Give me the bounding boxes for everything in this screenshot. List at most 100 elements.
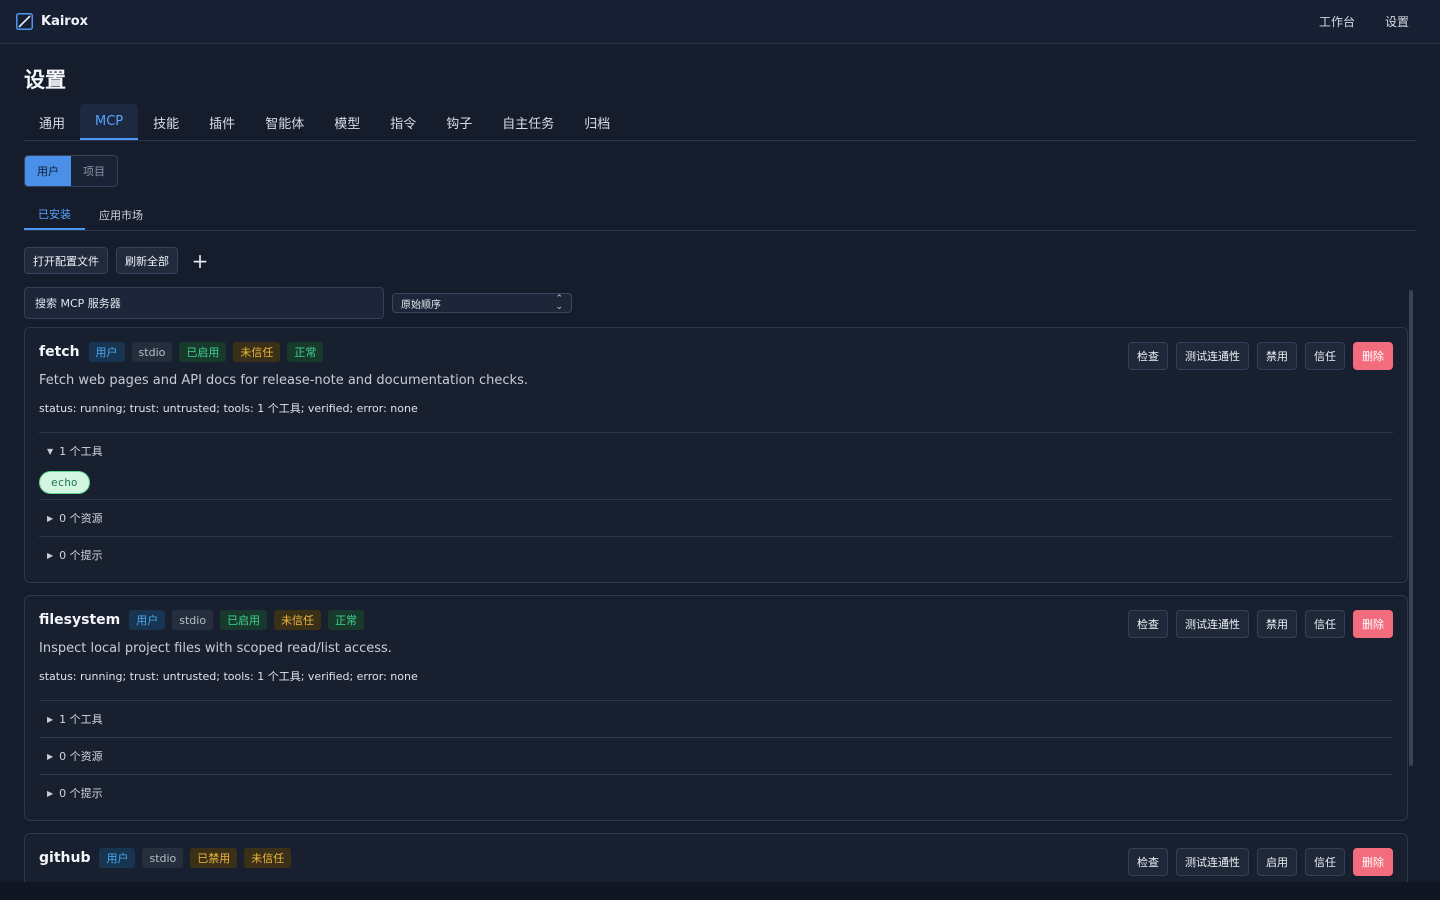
transport-badge: stdio (172, 610, 214, 630)
inspect-button[interactable]: 检查 (1128, 342, 1168, 370)
server-card-header: fetch 用户 stdio 已启用 未信任 正常 (39, 342, 324, 362)
server-description: Inspect local project files with scoped … (39, 641, 392, 656)
subtab-marketplace[interactable]: 应用市场 (85, 199, 157, 230)
search-input[interactable] (24, 287, 384, 319)
page-title: 设置 (24, 68, 66, 92)
refresh-all-button[interactable]: 刷新全部 (116, 247, 178, 274)
inspect-button[interactable]: 检查 (1128, 610, 1168, 638)
top-bar: Kairox 工作台 设置 (0, 0, 1440, 44)
trust-button[interactable]: 信任 (1305, 610, 1345, 638)
window-bottom-edge (0, 882, 1440, 900)
nav-settings[interactable]: 设置 (1370, 13, 1424, 30)
server-name: filesystem (39, 612, 121, 628)
trust-badge: 未信任 (233, 342, 281, 362)
server-description: Fetch web pages and API docs for release… (39, 373, 528, 388)
trust-badge: 未信任 (274, 610, 322, 630)
test-connection-button[interactable]: 测试连通性 (1176, 342, 1249, 370)
tab-agents[interactable]: 智能体 (250, 104, 319, 140)
chevron-down-icon: ▼ (47, 446, 54, 456)
server-name: github (39, 850, 91, 866)
trust-button[interactable]: 信任 (1305, 848, 1345, 876)
mcp-toolbar: 打开配置文件 刷新全部 + (24, 247, 214, 274)
toggle-enabled-button[interactable]: 启用 (1257, 848, 1297, 876)
server-status: status: running; trust: untrusted; tools… (39, 402, 418, 415)
subtab-installed[interactable]: 已安装 (24, 199, 85, 230)
tab-autonomous-tasks[interactable]: 自主任务 (487, 104, 569, 140)
toggle-enabled-button[interactable]: 禁用 (1257, 610, 1297, 638)
chevron-right-icon: ▶ (47, 550, 54, 560)
section-label: 0 个提示 (59, 787, 103, 800)
server-card-header: github 用户 stdio 已禁用 未信任 (39, 848, 292, 868)
settings-tabs: 通用 MCP 技能 插件 智能体 模型 指令 钩子 自主任务 归档 (24, 104, 1416, 141)
chevron-right-icon: ▶ (47, 788, 54, 798)
scope-project-button[interactable]: 项目 (71, 156, 117, 186)
toggle-enabled-button[interactable]: 禁用 (1257, 342, 1297, 370)
test-connection-button[interactable]: 测试连通性 (1176, 848, 1249, 876)
inspect-button[interactable]: 检查 (1128, 848, 1168, 876)
tools-section: ▶ 1 个工具 (39, 700, 1393, 737)
prompts-section-toggle[interactable]: ▶ 0 个提示 (39, 775, 1393, 811)
nav-workbench[interactable]: 工作台 (1304, 13, 1370, 30)
scope-badge: 用户 (88, 342, 125, 362)
trust-button[interactable]: 信任 (1305, 342, 1345, 370)
health-badge: 正常 (328, 610, 365, 630)
tool-chip-echo[interactable]: echo (39, 471, 90, 494)
transport-badge: stdio (131, 342, 173, 362)
top-nav: 工作台 设置 (1304, 13, 1424, 30)
tab-instructions[interactable]: 指令 (375, 104, 431, 140)
tab-models[interactable]: 模型 (319, 104, 375, 140)
test-connection-button[interactable]: 测试连通性 (1176, 610, 1249, 638)
tools-section: ▼ 1 个工具 echo (39, 432, 1393, 499)
tab-general[interactable]: 通用 (24, 104, 80, 140)
settings-page: 设置 通用 MCP 技能 插件 智能体 模型 指令 钩子 自主任务 归档 用户 … (0, 44, 1440, 882)
server-actions: 检查 测试连通性 启用 信任 删除 (1128, 848, 1393, 876)
scope-user-button[interactable]: 用户 (25, 156, 71, 186)
tools-section-toggle[interactable]: ▼ 1 个工具 (39, 433, 1393, 469)
enabled-badge: 已启用 (220, 610, 268, 630)
tab-archive[interactable]: 归档 (569, 104, 625, 140)
mcp-subtabs: 已安装 应用市场 (24, 199, 1416, 231)
server-card-header: filesystem 用户 stdio 已启用 未信任 正常 (39, 610, 365, 630)
section-label: 0 个资源 (59, 512, 103, 525)
section-label: 1 个工具 (59, 445, 103, 458)
server-card-filesystem: filesystem 用户 stdio 已启用 未信任 正常 检查 测试连通性 … (24, 595, 1408, 821)
resources-section-toggle[interactable]: ▶ 0 个资源 (39, 738, 1393, 774)
delete-button[interactable]: 删除 (1353, 610, 1393, 638)
health-badge: 正常 (287, 342, 324, 362)
section-label: 0 个资源 (59, 750, 103, 763)
scope-badge: 用户 (99, 848, 136, 868)
prompts-section: ▶ 0 个提示 (39, 774, 1393, 811)
tools-section-toggle[interactable]: ▶ 1 个工具 (39, 701, 1393, 737)
resources-section-toggle[interactable]: ▶ 0 个资源 (39, 500, 1393, 536)
server-card-github: github 用户 stdio 已禁用 未信任 检查 测试连通性 启用 信任 删… (24, 833, 1408, 882)
tab-skills[interactable]: 技能 (138, 104, 194, 140)
server-status: status: running; trust: untrusted; tools… (39, 670, 418, 683)
open-config-button[interactable]: 打开配置文件 (24, 247, 108, 274)
chevron-updown-icon: ⌃ ⌄ (555, 294, 563, 312)
enabled-badge: 已启用 (179, 342, 227, 362)
delete-button[interactable]: 删除 (1353, 342, 1393, 370)
app-title: Kairox (41, 14, 89, 29)
plus-icon: + (191, 248, 209, 273)
sort-select[interactable]: 原始顺序 ⌃ ⌄ (392, 293, 572, 313)
trust-badge: 未信任 (244, 848, 292, 868)
section-label: 0 个提示 (59, 549, 103, 562)
tab-mcp[interactable]: MCP (80, 104, 139, 140)
tab-plugins[interactable]: 插件 (194, 104, 250, 140)
disabled-badge: 已禁用 (190, 848, 238, 868)
server-name: fetch (39, 344, 80, 360)
section-label: 1 个工具 (59, 713, 103, 726)
scope-badge: 用户 (129, 610, 166, 630)
prompts-section-toggle[interactable]: ▶ 0 个提示 (39, 537, 1393, 573)
add-server-button[interactable]: + (186, 247, 214, 274)
kairox-logo-icon (16, 13, 33, 30)
chevron-right-icon: ▶ (47, 513, 54, 523)
delete-button[interactable]: 删除 (1353, 848, 1393, 876)
resources-section: ▶ 0 个资源 (39, 499, 1393, 536)
server-card-fetch: fetch 用户 stdio 已启用 未信任 正常 检查 测试连通性 禁用 信任… (24, 327, 1408, 583)
scrollbar-thumb[interactable] (1409, 290, 1413, 766)
sort-select-value: 原始顺序 (401, 299, 441, 311)
tab-hooks[interactable]: 钩子 (431, 104, 487, 140)
scope-toggle: 用户 项目 (24, 155, 118, 187)
chevron-right-icon: ▶ (47, 751, 54, 761)
